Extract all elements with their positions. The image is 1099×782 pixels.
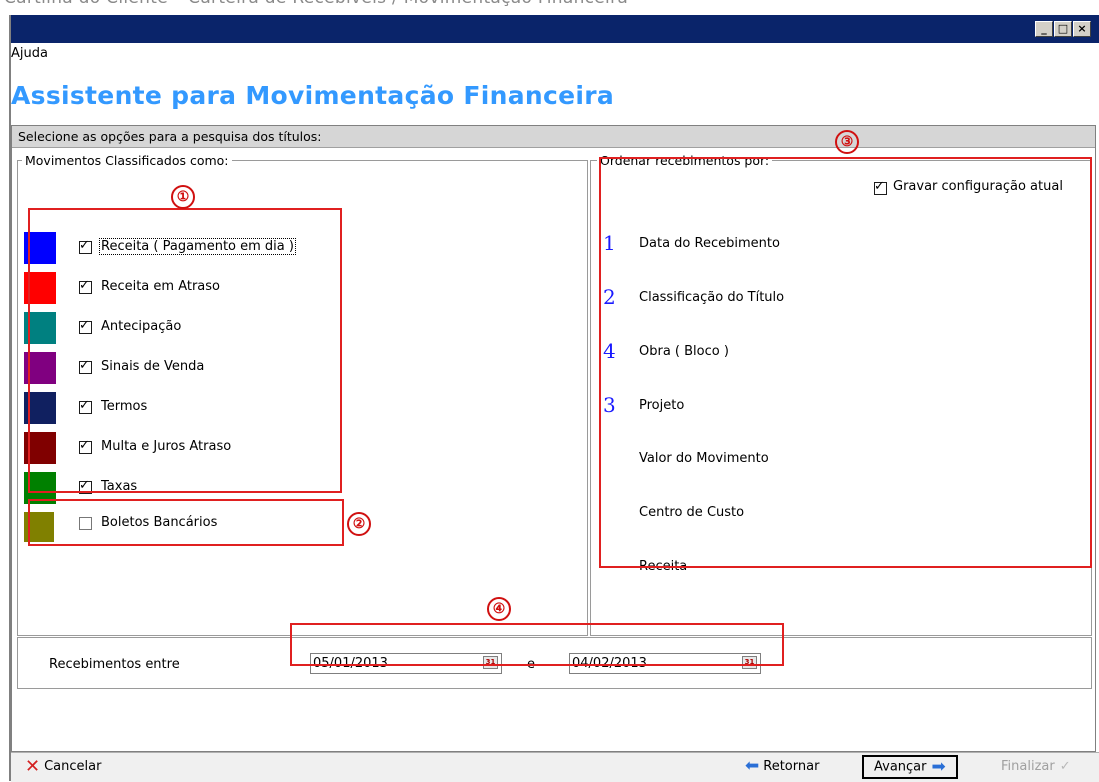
- checkbox-boletos[interactable]: [79, 517, 92, 530]
- finish-label: Finalizar: [1001, 759, 1055, 774]
- sort-rank-1: 1: [603, 231, 616, 255]
- checkbox-termos[interactable]: ✓: [79, 398, 92, 414]
- next-label: Avançar: [874, 759, 927, 775]
- callout-3: ③: [835, 130, 859, 154]
- menu-bar: Ajuda: [11, 46, 48, 66]
- cancel-button[interactable]: ✕ Cancelar: [25, 756, 101, 779]
- swatch-taxas: [24, 472, 56, 504]
- checkbox-sinais-venda[interactable]: ✓: [79, 358, 92, 374]
- sort-legend: Ordenar recebimentos por:: [597, 153, 773, 168]
- checkbox-receita-atraso[interactable]: ✓: [79, 278, 92, 294]
- maximize-button[interactable]: □: [1054, 21, 1072, 37]
- movements-legend: Movimentos Classificados como:: [22, 153, 232, 168]
- button-bar: ✕ Cancelar ⬅ Retornar Avançar ➡ Finalizar ✓: [11, 752, 1099, 782]
- sort-item-receita[interactable]: Receita: [639, 559, 687, 574]
- movements-group: Movimentos Classificados como: ✓ Receita…: [17, 153, 588, 636]
- checkmark-icon: ✓: [1059, 759, 1071, 774]
- checkbox-save-config[interactable]: ✓: [874, 179, 887, 195]
- menu-help[interactable]: Ajuda: [11, 46, 48, 61]
- label-multa-juros: Multa e Juros Atraso: [101, 439, 232, 454]
- back-button[interactable]: ⬅ Retornar: [745, 756, 819, 779]
- checkbox-multa-juros[interactable]: ✓: [79, 438, 92, 454]
- callout-4: ④: [487, 597, 511, 621]
- label-taxas: Taxas: [101, 479, 138, 494]
- end-date-field[interactable]: 04/02/2013 31: [569, 653, 761, 674]
- date-range-label: Recebimentos entre: [49, 657, 180, 672]
- sort-rank-3: 4: [603, 339, 616, 363]
- wizard-title: Assistente para Movimentação Financeira: [11, 81, 615, 110]
- date-range-group: Recebimentos entre 05/01/2013 31 e 04/02…: [17, 637, 1092, 689]
- callout-1: ①: [171, 185, 195, 209]
- back-label: Retornar: [763, 759, 820, 774]
- sort-item-data-recebimento[interactable]: Data do Recebimento: [639, 236, 780, 251]
- sort-rank-4: 3: [603, 393, 616, 417]
- swatch-boletos: [24, 512, 54, 542]
- label-save-config: Gravar configuração atual: [893, 179, 1063, 194]
- label-antecipacao: Antecipação: [101, 319, 182, 334]
- sort-item-obra[interactable]: Obra ( Bloco ): [639, 344, 729, 359]
- end-date-value: 04/02/2013: [572, 656, 647, 671]
- sort-item-classificacao[interactable]: Classificação do Título: [639, 290, 784, 305]
- checkbox-receita[interactable]: ✓: [79, 238, 92, 254]
- swatch-receita: [24, 232, 56, 264]
- sort-item-centro-custo[interactable]: Centro de Custo: [639, 505, 744, 520]
- options-panel: Selecione as opções para a pesquisa dos …: [11, 125, 1096, 752]
- swatch-multa-juros: [24, 432, 56, 464]
- sort-rank-2: 2: [603, 285, 616, 309]
- callout-2: ②: [347, 512, 371, 536]
- title-bar: _ □ ×: [11, 15, 1099, 43]
- cancel-x-icon: ✕: [25, 756, 41, 777]
- document-caption: Cartilha do Cliente – Carteira de Recebí…: [4, 0, 628, 8]
- swatch-termos: [24, 392, 56, 424]
- options-header: Selecione as opções para a pesquisa dos …: [12, 126, 1095, 148]
- checkbox-taxas[interactable]: ✓: [79, 478, 92, 494]
- label-receita-atraso: Receita em Atraso: [101, 279, 220, 294]
- calendar-icon[interactable]: 31: [742, 656, 757, 669]
- checkbox-antecipacao[interactable]: ✓: [79, 318, 92, 334]
- date-range-separator: e: [527, 657, 535, 672]
- arrow-left-icon: ⬅: [745, 756, 760, 776]
- label-boletos: Boletos Bancários: [101, 515, 218, 530]
- swatch-receita-atraso: [24, 272, 56, 304]
- next-button[interactable]: Avançar ➡: [862, 755, 958, 779]
- label-termos: Termos: [101, 399, 148, 414]
- finish-button[interactable]: Finalizar ✓: [1001, 756, 1075, 779]
- swatch-antecipacao: [24, 312, 56, 344]
- close-button[interactable]: ×: [1073, 21, 1091, 37]
- start-date-value: 05/01/2013: [313, 656, 388, 671]
- label-sinais-venda: Sinais de Venda: [101, 359, 205, 374]
- swatch-sinais-venda: [24, 352, 56, 384]
- arrow-right-icon: ➡: [931, 757, 946, 777]
- sort-item-projeto[interactable]: Projeto: [639, 398, 684, 413]
- minimize-button[interactable]: _: [1035, 21, 1053, 37]
- options-header-label: Selecione as opções para a pesquisa dos …: [18, 129, 322, 144]
- start-date-field[interactable]: 05/01/2013 31: [310, 653, 502, 674]
- cancel-label: Cancelar: [44, 759, 102, 774]
- label-receita: Receita ( Pagamento em dia ): [99, 238, 296, 255]
- wizard-window: _ □ × Ajuda Assistente para Movimentação…: [9, 15, 1099, 782]
- calendar-icon[interactable]: 31: [483, 656, 498, 669]
- sort-item-valor[interactable]: Valor do Movimento: [639, 451, 769, 466]
- sort-group: Ordenar recebimentos por: ✓ Gravar confi…: [590, 153, 1092, 636]
